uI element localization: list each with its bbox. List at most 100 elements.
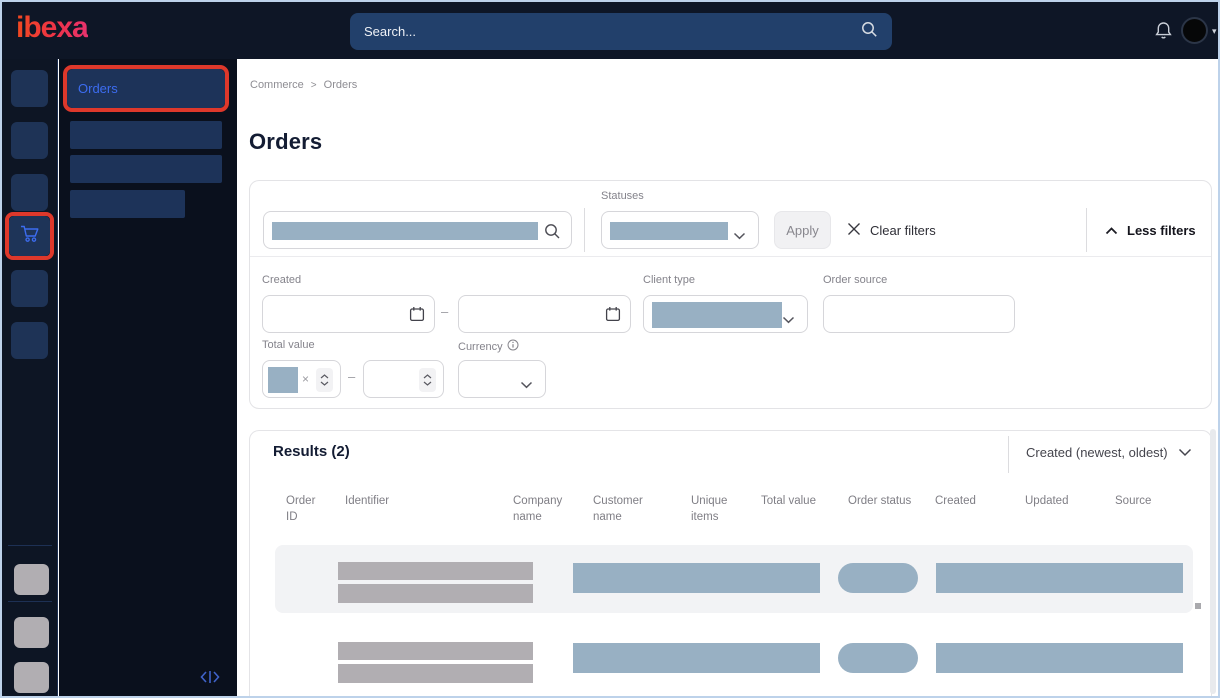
- column-header-company-name[interactable]: Company name: [513, 493, 577, 525]
- sidebar-divider: [8, 601, 52, 602]
- currency-label-text: Currency: [458, 340, 503, 353]
- sidebar-bottom-placeholder-2[interactable]: [14, 617, 49, 648]
- column-header-order-status[interactable]: Order status: [848, 493, 933, 509]
- sort-dropdown[interactable]: Created (newest, oldest): [1026, 445, 1192, 460]
- submenu-item-placeholder-2[interactable]: [70, 155, 222, 183]
- main-content: Commerce > Orders Orders Statuses Apply: [237, 59, 1218, 696]
- chevron-up-icon: [1105, 223, 1118, 238]
- calendar-icon[interactable]: [605, 306, 621, 327]
- sidebar-item-placeholder-1[interactable]: [11, 70, 48, 107]
- redacted-identifier-line-2: [338, 584, 533, 603]
- redacted-order-status-badge: [838, 563, 918, 593]
- statuses-dropdown[interactable]: [601, 211, 759, 249]
- sidebar-item-placeholder-2[interactable]: [11, 122, 48, 159]
- global-search-placeholder: Search...: [364, 24, 417, 39]
- sidebar-divider: [8, 545, 52, 546]
- total-value-min-input[interactable]: ×: [262, 360, 341, 398]
- column-header-customer-name[interactable]: Customer name: [593, 493, 661, 525]
- number-stepper[interactable]: [316, 368, 333, 392]
- column-header-total-value[interactable]: Total value: [761, 493, 836, 509]
- order-source-label: Order source: [823, 274, 888, 286]
- statuses-label: Statuses: [601, 190, 644, 202]
- calendar-icon[interactable]: [409, 306, 425, 327]
- range-separator: –: [348, 369, 356, 384]
- results-title: Results (2): [273, 443, 350, 460]
- chip-remove-icon[interactable]: ×: [302, 372, 309, 386]
- chevron-down-icon: [782, 311, 795, 329]
- submenu-item-label: Orders: [78, 81, 118, 96]
- redacted-client-type-value: [652, 302, 782, 328]
- scrollbar-track[interactable]: [1210, 429, 1216, 694]
- table-row[interactable]: [275, 625, 1193, 693]
- range-separator: –: [441, 304, 449, 319]
- redacted-search-value: [272, 222, 538, 240]
- ibexa-logo[interactable]: ibexa: [16, 11, 88, 45]
- clear-filters-label: Clear filters: [870, 222, 936, 238]
- breadcrumb: Commerce > Orders: [250, 79, 357, 91]
- annotation-box-orders: Orders: [63, 65, 229, 112]
- secondary-sidebar: Orders: [59, 59, 237, 696]
- redacted-identifier-line-2: [338, 664, 533, 683]
- less-filters-toggle[interactable]: Less filters: [1105, 211, 1196, 249]
- topbar: ibexa Search... ▾: [2, 2, 1218, 59]
- chevron-down-icon: [1178, 445, 1192, 460]
- sidebar-bottom-placeholder-3[interactable]: [14, 662, 49, 693]
- redacted-identifier-line-1: [338, 642, 533, 660]
- clear-filters-button[interactable]: Clear filters: [847, 211, 936, 249]
- annotation-box-cart: [5, 212, 54, 260]
- filter-divider: [1086, 208, 1087, 252]
- order-source-input[interactable]: [823, 295, 1015, 333]
- column-header-unique-items[interactable]: Unique items: [691, 493, 739, 525]
- filter-search-input[interactable]: [263, 211, 572, 249]
- sort-label: Created (newest, oldest): [1026, 445, 1168, 460]
- global-search-input[interactable]: Search...: [350, 13, 892, 50]
- table-row[interactable]: [275, 545, 1193, 613]
- submenu-item-placeholder-1[interactable]: [70, 121, 222, 149]
- sidebar-item-placeholder-3[interactable]: [11, 174, 48, 211]
- chevron-down-icon: [520, 376, 533, 394]
- number-stepper[interactable]: [419, 368, 436, 392]
- total-value-label: Total value: [262, 339, 315, 351]
- sidebar-bottom-placeholder-1[interactable]: [14, 564, 49, 595]
- currency-dropdown[interactable]: [458, 360, 546, 398]
- currency-label: Currency: [458, 339, 519, 354]
- created-from-date-input[interactable]: [262, 295, 435, 333]
- filter-divider: [584, 208, 585, 252]
- info-icon[interactable]: [507, 339, 519, 354]
- less-filters-label: Less filters: [1127, 222, 1196, 238]
- search-icon[interactable]: [861, 21, 878, 43]
- user-menu-caret-icon[interactable]: ▾: [1212, 26, 1217, 37]
- sidebar-item-placeholder-6[interactable]: [11, 322, 48, 359]
- created-to-date-input[interactable]: [458, 295, 631, 333]
- redacted-identifier-line-1: [338, 562, 533, 580]
- app-window: ibexa Search... ▾ Orders Commerce > Orde…: [0, 0, 1220, 698]
- avatar[interactable]: [1181, 17, 1208, 44]
- column-header-identifier[interactable]: Identifier: [345, 493, 455, 509]
- redacted-customer-block: [573, 643, 820, 673]
- client-type-label: Client type: [643, 274, 695, 286]
- chevron-down-icon: [733, 227, 746, 245]
- sidebar-item-placeholder-5[interactable]: [11, 270, 48, 307]
- column-header-order-id[interactable]: Order ID: [286, 493, 328, 525]
- redacted-statuses-value: [610, 222, 728, 240]
- breadcrumb-orders[interactable]: Orders: [324, 79, 358, 91]
- sidebar-collapse-toggle[interactable]: [199, 669, 221, 690]
- notifications-bell-icon[interactable]: [1154, 21, 1173, 47]
- column-header-created[interactable]: Created: [935, 493, 995, 509]
- column-header-updated[interactable]: Updated: [1025, 493, 1085, 509]
- redacted-order-status-badge: [838, 643, 918, 673]
- resize-grip[interactable]: [1195, 603, 1201, 609]
- breadcrumb-commerce[interactable]: Commerce: [250, 79, 304, 91]
- apply-button[interactable]: Apply: [774, 211, 831, 249]
- redacted-dates-block: [936, 563, 1183, 593]
- redacted-customer-block: [573, 563, 820, 593]
- filters-panel: Statuses Apply Clear filters Less filter…: [249, 180, 1212, 409]
- total-value-max-input[interactable]: [363, 360, 444, 398]
- created-label: Created: [262, 274, 302, 286]
- client-type-dropdown[interactable]: [643, 295, 808, 333]
- submenu-item-placeholder-3[interactable]: [70, 190, 185, 218]
- submenu-item-orders[interactable]: Orders: [67, 69, 225, 108]
- column-header-source[interactable]: Source: [1115, 493, 1170, 509]
- sidebar-item-commerce[interactable]: [9, 216, 50, 256]
- page-title: Orders: [249, 129, 323, 154]
